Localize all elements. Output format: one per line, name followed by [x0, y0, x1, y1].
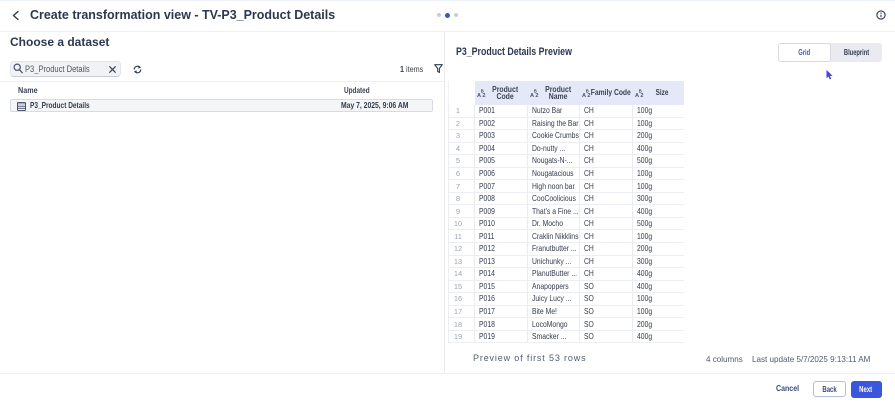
svg-text:2: 2: [535, 93, 538, 98]
svg-text:2: 2: [482, 93, 485, 98]
svg-text:2: 2: [640, 93, 643, 98]
